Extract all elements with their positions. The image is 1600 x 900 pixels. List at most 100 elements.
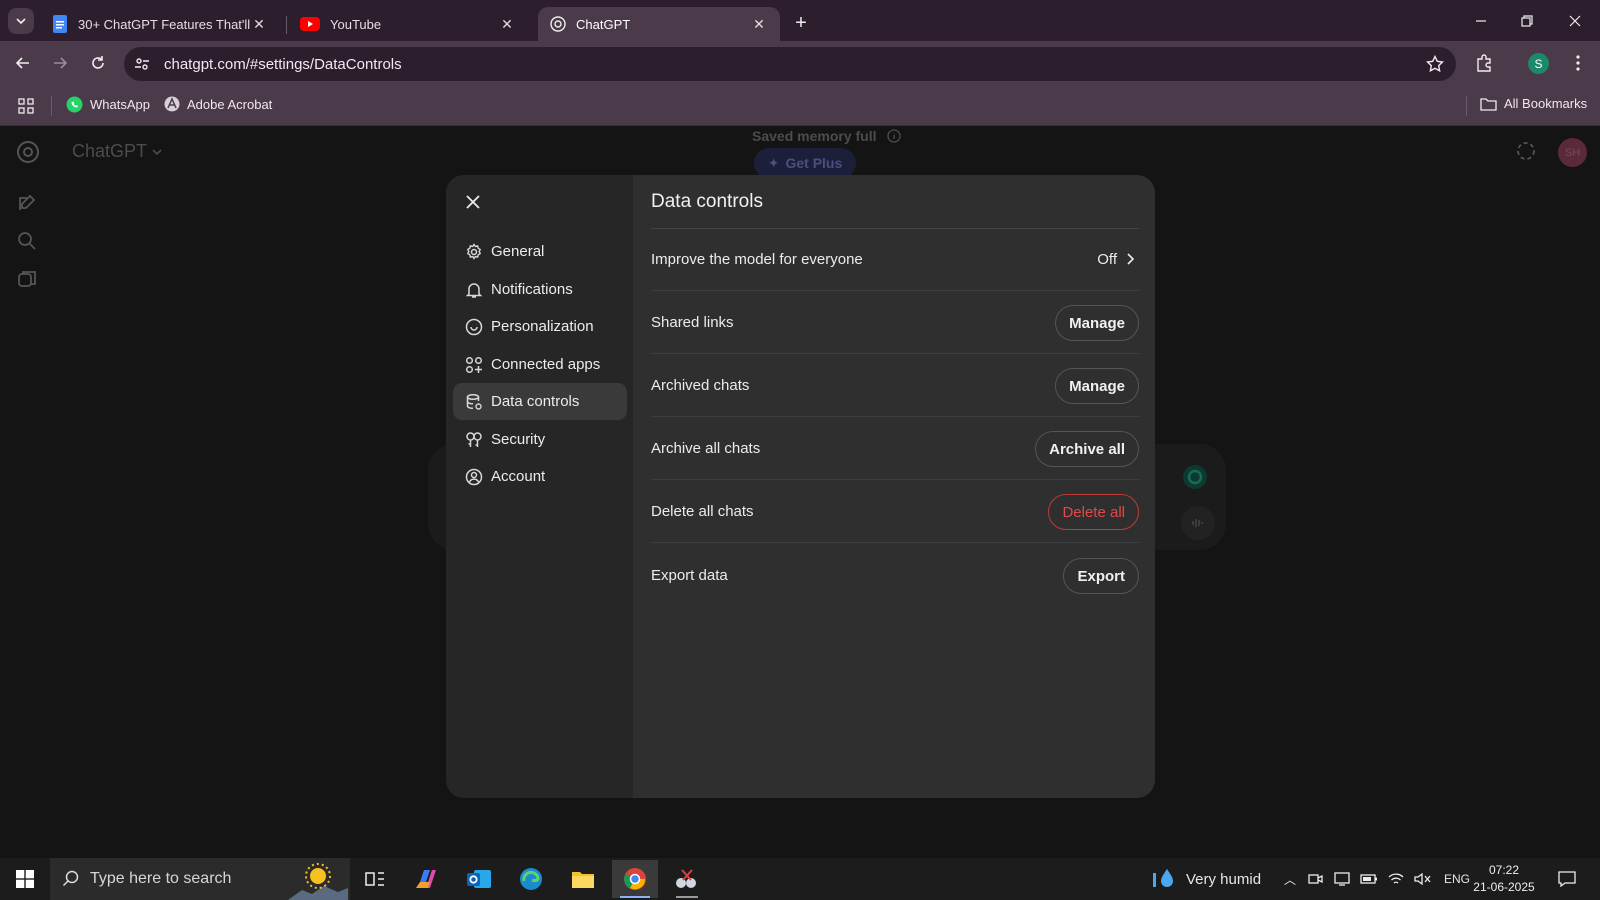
account-icon [465,468,483,485]
profile-initial: S [1534,56,1543,71]
new-tab-button[interactable]: + [788,10,814,36]
taskbar-search-box[interactable]: Type here to search [50,858,350,900]
all-bookmarks-button[interactable]: All Bookmarks [1480,96,1587,111]
setting-label: Archive all chats [651,440,761,457]
manage-archived-chats-button[interactable]: Manage [1055,368,1139,404]
chrome-icon [624,868,646,890]
close-icon[interactable]: ✕ [750,15,768,33]
snipping-tool-app[interactable] [664,860,710,898]
personalization-icon [465,318,483,335]
temporary-chat-icon[interactable] [1515,140,1537,162]
display-icon[interactable] [1334,872,1350,886]
export-data-button[interactable]: Export [1063,558,1139,594]
running-indicator [676,896,698,898]
site-settings-icon[interactable] [134,56,150,72]
weather-sun-icon [288,863,348,900]
tab-chatgpt[interactable]: ChatGPT ✕ [538,7,780,41]
nav-item-personalization[interactable]: Personalization [453,308,627,345]
battery-icon[interactable] [1360,873,1378,885]
chevron-up-icon[interactable]: ︿ [1284,871,1296,888]
tab-youtube[interactable]: YouTube ✕ [288,7,528,41]
tab-title: YouTube [330,16,382,32]
manage-shared-links-button[interactable]: Manage [1055,305,1139,341]
chevron-down-icon [152,148,162,155]
delete-all-button[interactable]: Delete all [1048,494,1139,530]
tab-docs[interactable]: 30+ ChatGPT Features That'll M ✕ [40,7,280,41]
nav-label: Security [491,431,546,448]
restore-button[interactable] [1504,0,1550,41]
tab-search-button[interactable] [8,8,34,34]
clock[interactable]: 07:22 21-06-2025 [1466,862,1542,896]
setting-value[interactable]: Off [1097,251,1117,268]
arrow-left-icon [15,57,29,69]
openai-logo-icon[interactable] [16,140,40,164]
file-explorer-app[interactable] [560,860,606,898]
forward-button[interactable] [46,49,74,77]
new-chat-icon[interactable] [16,192,38,214]
more-vertical-icon [1576,55,1580,71]
nav-item-account[interactable]: Account [453,458,627,495]
system-tray-icons: ︿ ENG [1284,858,1470,900]
volume-muted-icon[interactable] [1414,872,1432,886]
archive-all-button[interactable]: Archive all [1035,431,1139,467]
apps-grid-icon[interactable] [18,98,34,114]
profile-avatar[interactable]: S [1528,53,1549,74]
reload-icon [92,56,104,69]
bookmarks-bar: WhatsApp Adobe Acrobat All Bookmarks [0,86,1600,126]
youtube-icon [300,17,320,31]
chevron-right-icon[interactable] [1123,252,1137,266]
browser-toolbar: chatgpt.com/#settings/DataControls S [0,41,1600,86]
weather-widget[interactable]: Very humid [1152,858,1261,900]
meet-now-icon[interactable] [1308,872,1324,886]
bookmark-acrobat[interactable]: Adobe Acrobat [164,96,272,112]
nav-label: Data controls [491,393,580,410]
extensions-button[interactable] [1470,49,1498,77]
openai-icon [550,16,566,32]
windows-taskbar: Type here to search Very humid ︿ ENG 07:… [0,858,1600,900]
nav-label: Personalization [491,318,594,335]
user-avatar[interactable]: SH [1558,138,1587,167]
settings-modal: General Notifications Personalization Co… [446,175,1155,798]
bookmark-label: WhatsApp [90,97,150,112]
notifications-button[interactable] [1544,860,1590,898]
window-close-button[interactable] [1552,0,1598,41]
nav-item-data-controls[interactable]: Data controls [453,383,627,420]
browser-menu-button[interactable] [1564,49,1592,77]
nav-item-connected-apps[interactable]: Connected apps [453,346,627,383]
start-button[interactable] [2,860,48,898]
bell-icon [465,282,483,298]
close-icon[interactable]: ✕ [498,15,516,33]
wifi-icon[interactable] [1388,872,1404,886]
edge-app[interactable] [508,860,554,898]
nav-item-security[interactable]: Security [453,421,627,458]
tab-separator [286,16,287,34]
star-icon[interactable] [1426,55,1444,73]
bookmark-whatsapp[interactable]: WhatsApp [66,96,150,113]
outlook-app[interactable] [456,860,502,898]
chrome-app[interactable] [612,860,658,898]
address-bar[interactable]: chatgpt.com/#settings/DataControls [124,47,1456,81]
library-icon[interactable] [16,268,38,290]
chevron-down-icon [16,18,26,25]
close-icon[interactable]: ✕ [250,15,268,33]
nav-item-general[interactable]: General [453,233,627,270]
copilot-app[interactable] [404,860,450,898]
minimize-button[interactable] [1458,0,1504,41]
model-selector[interactable]: ChatGPT [72,141,163,162]
search-icon[interactable] [16,230,38,252]
water-drop-icon [1153,869,1173,887]
sparkle-icon: ✦ [767,154,780,171]
setting-row-improve-model[interactable]: Improve the model for everyone Off [651,229,1139,291]
folder-icon [1480,97,1497,111]
task-view-button[interactable] [352,860,398,898]
restore-icon [1521,14,1533,27]
info-icon[interactable] [886,129,901,143]
voice-mode-button[interactable] [1181,506,1215,540]
bookmarks-separator [1466,96,1467,116]
setting-label: Improve the model for everyone [651,251,863,268]
get-plus-button[interactable]: ✦ Get Plus [754,148,856,178]
reload-button[interactable] [84,49,112,77]
nav-item-notifications[interactable]: Notifications [453,271,627,308]
close-modal-button[interactable] [460,189,486,215]
back-button[interactable] [9,49,37,77]
